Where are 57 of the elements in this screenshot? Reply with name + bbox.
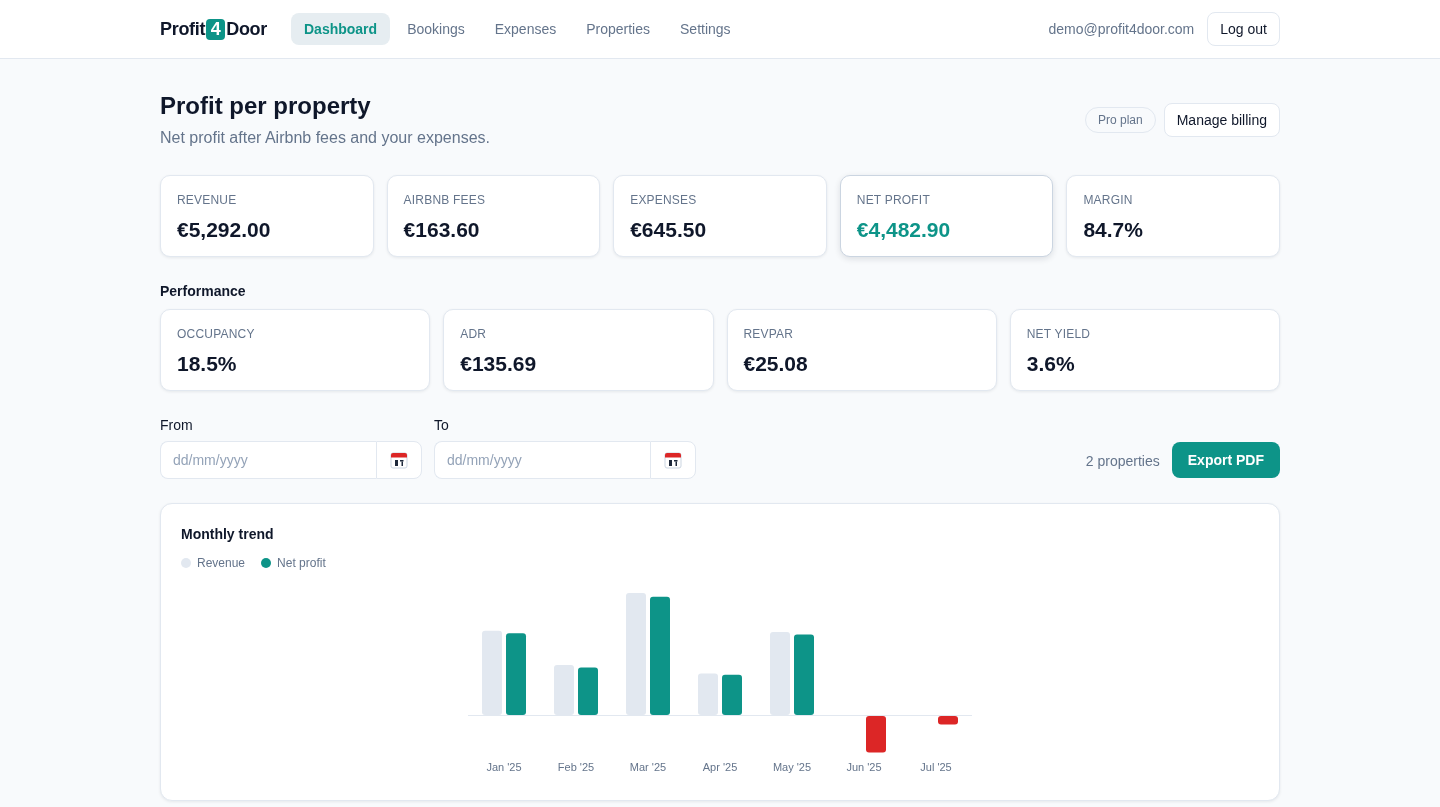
nav-tab[interactable]: Properties (573, 13, 663, 45)
plan-badge: Pro plan (1085, 107, 1156, 133)
chart-bar (722, 674, 742, 715)
calendar-button[interactable] (650, 441, 696, 479)
stat-value: €135.69 (460, 351, 538, 377)
axis-label: Apr '25 (702, 761, 738, 773)
calendar-icon (390, 451, 408, 469)
stat-label: NET YIELD (1026, 326, 1092, 342)
field-label: To (434, 416, 450, 435)
stat-value: €5,292.00 (177, 217, 272, 243)
stat-value: €4,482.90 (856, 217, 952, 243)
logo-badge: 4 (206, 18, 226, 40)
page-title: Profit per property (160, 91, 372, 121)
nav-tab[interactable]: Dashboard (291, 13, 391, 45)
legend-label: Net profit (277, 555, 326, 571)
axis-label: Jul '25 (920, 761, 952, 773)
stat-label: NET PROFIT (856, 192, 931, 208)
date-input[interactable]: dd/mm/yyyy (434, 441, 650, 479)
chart-bar (578, 667, 598, 715)
stat-label: EXPENSES (630, 192, 698, 208)
stat-label: ADR (460, 326, 488, 342)
stat-value: 3.6% (1026, 351, 1076, 377)
axis-label: May '25 (772, 761, 812, 773)
stat-label: AIRBNB FEES (403, 192, 487, 208)
nav-tab[interactable]: Bookings (394, 13, 478, 45)
stat-label: MARGIN (1083, 192, 1134, 208)
nav-tab[interactable]: Settings (667, 13, 744, 45)
stat-value: 18.5% (177, 351, 238, 377)
axis-label: Mar '25 (629, 761, 667, 773)
axis-label: Feb '25 (557, 761, 595, 773)
user-email: demo@profit4door.com (1048, 21, 1195, 37)
section-title: Performance (160, 282, 247, 301)
logo-text: Profit (160, 18, 206, 40)
property-count: 2 properties (1085, 452, 1160, 469)
billing-button[interactable]: Manage billing (1163, 103, 1280, 137)
stat-value: €25.08 (743, 351, 809, 377)
stat-label: REVPAR (743, 326, 795, 342)
export-button[interactable]: Export PDF (1171, 442, 1280, 478)
calendar-button[interactable] (376, 441, 422, 479)
logout-button[interactable]: Log out (1207, 12, 1280, 46)
stat-value: 84.7% (1083, 217, 1144, 243)
field-label: From (160, 416, 194, 435)
stat-label: OCCUPANCY (177, 326, 256, 342)
axis-label: Jan '25 (486, 761, 522, 773)
page-subtitle: Net profit after Airbnb fees and your expenses. (160, 128, 490, 148)
date-input[interactable]: dd/mm/yyyy (160, 441, 376, 479)
chart-bar (866, 716, 886, 753)
chart-bar (938, 716, 958, 725)
logo-text: Door (226, 18, 267, 40)
stat-value: €645.50 (630, 217, 708, 243)
legend-label: Revenue (197, 555, 246, 571)
nav-tab[interactable]: Expenses (481, 13, 570, 45)
chart-title: Monthly trend (181, 525, 275, 544)
calendar-icon (664, 451, 682, 469)
stat-label: REVENUE (177, 192, 238, 208)
axis-label: Jun '25 (846, 761, 882, 773)
stat-value: €163.60 (403, 217, 481, 243)
